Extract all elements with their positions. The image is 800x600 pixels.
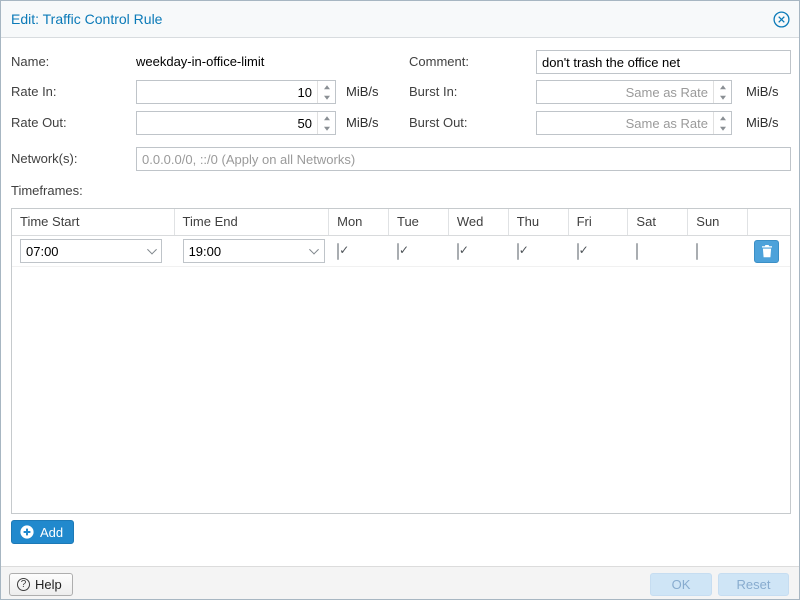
burst-out-field[interactable] bbox=[536, 111, 732, 135]
add-button-label: Add bbox=[40, 525, 63, 540]
time-end-combo[interactable] bbox=[183, 239, 325, 263]
rate-out-field[interactable] bbox=[136, 111, 336, 135]
dialog-title: Edit: Traffic Control Rule bbox=[11, 1, 162, 37]
spinner-down-button[interactable] bbox=[714, 123, 731, 134]
spinner-down-button[interactable] bbox=[714, 92, 731, 103]
comment-field[interactable] bbox=[536, 50, 791, 74]
time-start-input[interactable] bbox=[21, 240, 161, 262]
add-button[interactable]: Add bbox=[11, 520, 74, 544]
help-button-label: Help bbox=[35, 577, 62, 592]
chevron-down-icon[interactable] bbox=[142, 240, 161, 262]
fri-cell bbox=[569, 244, 629, 259]
checkbox-wed[interactable] bbox=[457, 243, 459, 260]
spinner-up-button[interactable] bbox=[714, 112, 731, 123]
checkbox-sun[interactable] bbox=[696, 243, 698, 260]
rate-in-unit: MiB/s bbox=[346, 80, 379, 104]
chevron-down-icon[interactable] bbox=[305, 240, 324, 262]
checkbox-thu[interactable] bbox=[517, 243, 519, 260]
spinner-up-button[interactable] bbox=[318, 81, 335, 92]
burst-in-unit: MiB/s bbox=[746, 80, 779, 104]
burst-out-spinner bbox=[713, 112, 731, 134]
column-header-sun[interactable]: Sun bbox=[688, 209, 748, 235]
spinner-down-button[interactable] bbox=[318, 92, 335, 103]
wed-cell bbox=[449, 244, 509, 259]
column-header-wed[interactable]: Wed bbox=[449, 209, 509, 235]
checkbox-fri[interactable] bbox=[577, 243, 579, 260]
plus-circle-icon bbox=[20, 525, 34, 539]
column-header-fri[interactable]: Fri bbox=[569, 209, 629, 235]
spinner-down-button[interactable] bbox=[318, 123, 335, 134]
column-header-actions bbox=[748, 209, 790, 235]
checkbox-tue[interactable] bbox=[397, 243, 399, 260]
time-end-cell bbox=[175, 239, 330, 263]
comment-label: Comment: bbox=[409, 50, 469, 74]
comment-input[interactable] bbox=[537, 51, 790, 73]
table-row bbox=[12, 236, 790, 267]
timeframes-label: Timeframes: bbox=[11, 179, 83, 203]
tue-cell bbox=[389, 244, 449, 259]
delete-row-button[interactable] bbox=[754, 240, 779, 263]
help-button[interactable]: ? Help bbox=[9, 573, 73, 596]
name-value: weekday-in-office-limit bbox=[136, 50, 264, 74]
column-header-thu[interactable]: Thu bbox=[509, 209, 569, 235]
sat-cell bbox=[628, 244, 688, 259]
time-end-input[interactable] bbox=[184, 240, 324, 262]
burst-in-field[interactable] bbox=[536, 80, 732, 104]
networks-input[interactable] bbox=[137, 148, 790, 170]
ok-button[interactable]: OK bbox=[650, 573, 712, 596]
close-icon[interactable] bbox=[773, 11, 790, 28]
burst-out-unit: MiB/s bbox=[746, 111, 779, 135]
trash-icon bbox=[761, 245, 773, 258]
sun-cell bbox=[688, 244, 748, 259]
dialog-footer: ? Help OK Reset bbox=[1, 566, 799, 600]
rate-in-label: Rate In: bbox=[11, 80, 57, 104]
rate-out-input[interactable] bbox=[137, 112, 335, 134]
time-start-combo[interactable] bbox=[20, 239, 162, 263]
rate-out-label: Rate Out: bbox=[11, 111, 67, 135]
time-start-cell bbox=[12, 239, 175, 263]
name-label: Name: bbox=[11, 50, 49, 74]
rate-out-unit: MiB/s bbox=[346, 111, 379, 135]
burst-in-input[interactable] bbox=[537, 81, 731, 103]
burst-in-label: Burst In: bbox=[409, 80, 457, 104]
help-icon: ? bbox=[17, 578, 30, 591]
column-header-sat[interactable]: Sat bbox=[628, 209, 688, 235]
actions-cell bbox=[748, 240, 790, 263]
burst-in-spinner bbox=[713, 81, 731, 103]
rate-in-spinner bbox=[317, 81, 335, 103]
spinner-up-button[interactable] bbox=[318, 112, 335, 123]
mon-cell bbox=[329, 244, 389, 259]
reset-button[interactable]: Reset bbox=[718, 573, 789, 596]
burst-out-input[interactable] bbox=[537, 112, 731, 134]
edit-traffic-control-rule-dialog: Edit: Traffic Control Rule Name: weekday… bbox=[0, 0, 800, 600]
thu-cell bbox=[509, 244, 569, 259]
checkbox-sat[interactable] bbox=[636, 243, 638, 260]
column-header-tue[interactable]: Tue bbox=[389, 209, 449, 235]
dialog-titlebar: Edit: Traffic Control Rule bbox=[1, 1, 799, 38]
timeframes-table: Time Start Time End Mon Tue Wed Thu Fri … bbox=[11, 208, 791, 514]
column-header-time-start[interactable]: Time Start bbox=[12, 209, 175, 235]
checkbox-mon[interactable] bbox=[337, 243, 339, 260]
spinner-up-button[interactable] bbox=[714, 81, 731, 92]
column-header-mon[interactable]: Mon bbox=[329, 209, 389, 235]
rate-in-field[interactable] bbox=[136, 80, 336, 104]
rate-out-spinner bbox=[317, 112, 335, 134]
networks-field[interactable] bbox=[136, 147, 791, 171]
table-header-row: Time Start Time End Mon Tue Wed Thu Fri … bbox=[12, 209, 790, 236]
column-header-time-end[interactable]: Time End bbox=[175, 209, 330, 235]
burst-out-label: Burst Out: bbox=[409, 111, 468, 135]
networks-label: Network(s): bbox=[11, 147, 77, 171]
rate-in-input[interactable] bbox=[137, 81, 335, 103]
